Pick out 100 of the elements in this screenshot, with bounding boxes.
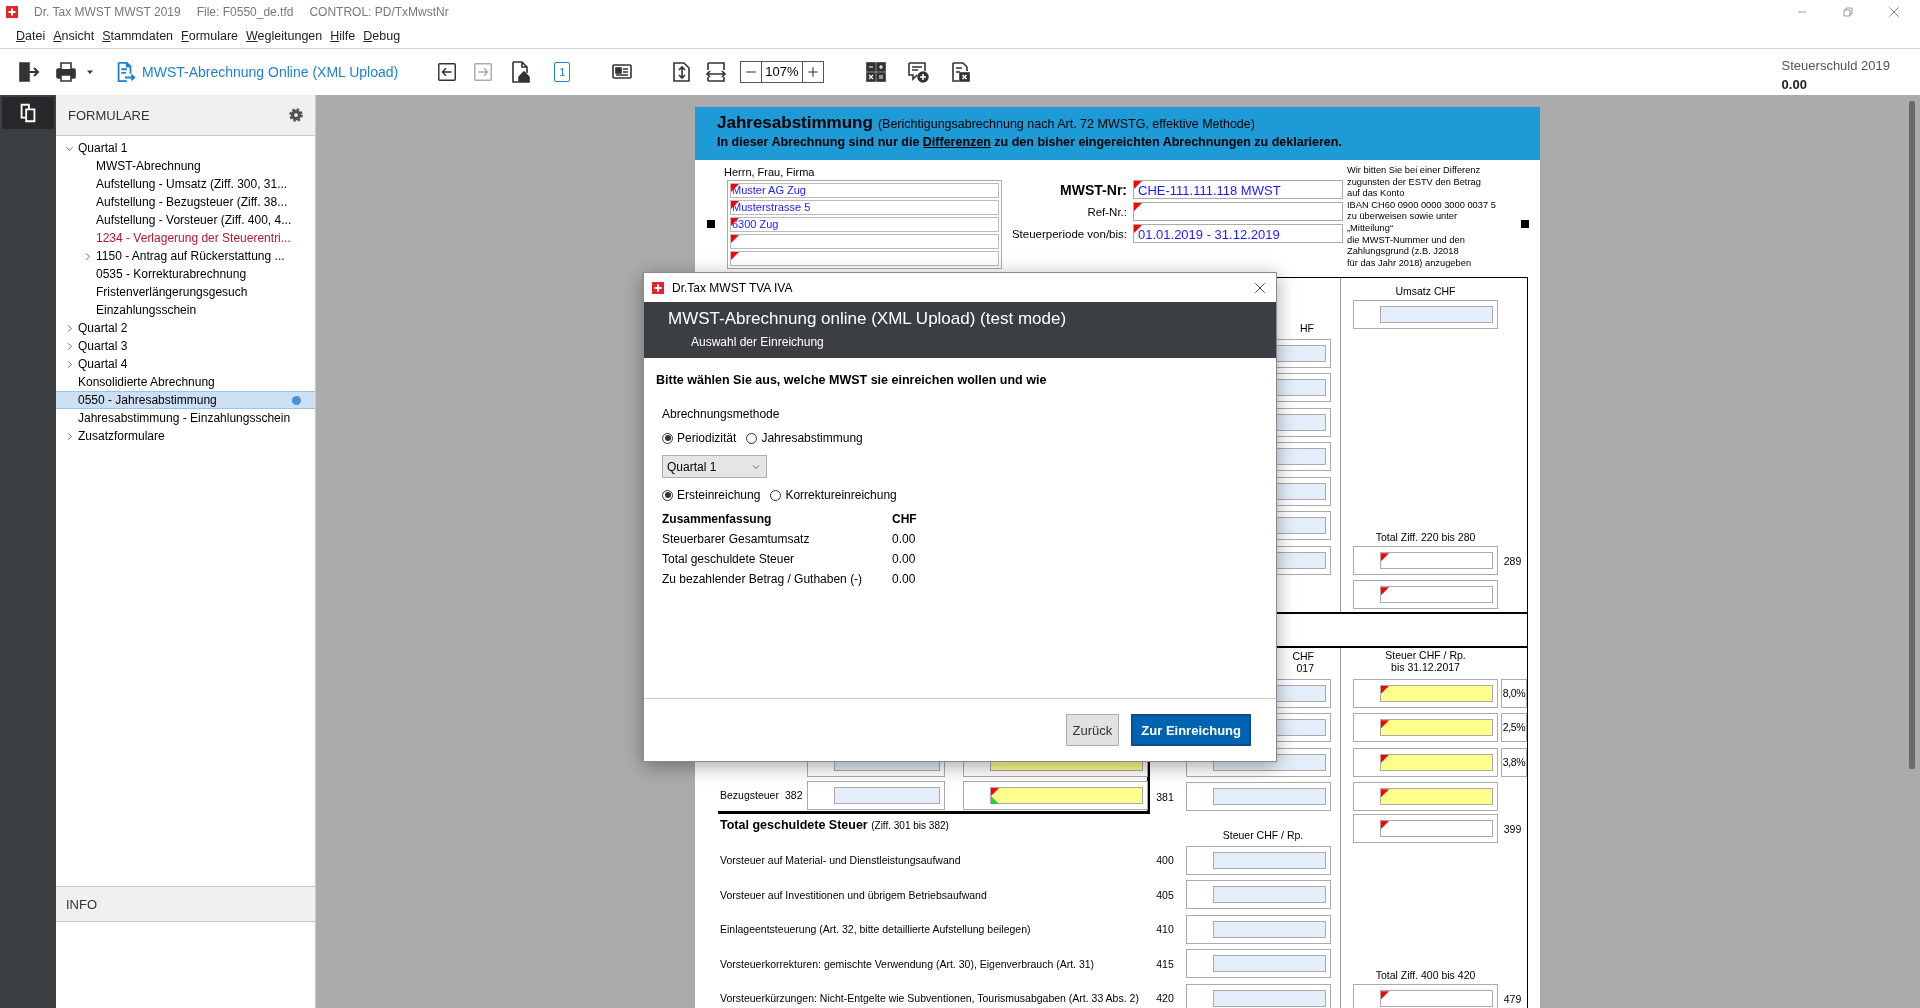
input-field[interactable] bbox=[963, 780, 1148, 810]
menu-item[interactable]: Formulare bbox=[177, 29, 243, 43]
line-number: 420 bbox=[1156, 992, 1174, 1005]
input-field[interactable] bbox=[1353, 300, 1498, 329]
comment-add-icon[interactable] bbox=[905, 60, 930, 84]
input-field[interactable] bbox=[1353, 747, 1498, 777]
panel-title: INFO bbox=[66, 896, 98, 912]
menu-item[interactable]: Debug bbox=[359, 29, 405, 43]
tree-item[interactable]: Einzahlungsschein bbox=[56, 301, 315, 319]
back-icon[interactable] bbox=[436, 61, 459, 83]
tree-item[interactable]: 0535 - Korrekturabrechnung bbox=[56, 265, 315, 283]
column-header: Steuer CHF / Rp. bis 31.12.2017 bbox=[1384, 648, 1467, 673]
submit-button[interactable]: Zur Einreichung bbox=[1131, 714, 1251, 746]
input-field[interactable] bbox=[1353, 546, 1498, 576]
input-field[interactable] bbox=[1186, 949, 1331, 979]
back-button[interactable]: Zurück bbox=[1065, 714, 1120, 746]
marker-square bbox=[1521, 219, 1529, 228]
tree-item[interactable]: Quartal 4 bbox=[56, 355, 315, 373]
input-field[interactable] bbox=[1186, 782, 1331, 812]
tree-item[interactable]: Quartal 2 bbox=[56, 319, 315, 337]
currency-label: CHF bbox=[892, 512, 917, 526]
input-field[interactable] bbox=[1186, 880, 1331, 910]
settings-icon[interactable] bbox=[287, 106, 305, 124]
marker-square bbox=[707, 219, 715, 228]
tax-due-label: Steuerschuld 2019 bbox=[1781, 58, 1890, 73]
tree-item[interactable]: MWST-Abrechnung bbox=[56, 157, 315, 175]
input-field[interactable] bbox=[1353, 580, 1498, 610]
line-number: 405 bbox=[1156, 888, 1174, 901]
input-field[interactable]: Musterstrasse 5 bbox=[730, 200, 999, 215]
rate-label: 3,8% bbox=[1501, 747, 1527, 777]
printer-icon[interactable] bbox=[54, 60, 78, 84]
calculator-icon[interactable] bbox=[863, 60, 888, 84]
column-header: Umsatz CHF bbox=[1394, 285, 1457, 297]
input-field[interactable] bbox=[1353, 782, 1498, 812]
line-number: 415 bbox=[1156, 957, 1174, 970]
field-label: MWST-Nr: bbox=[1059, 181, 1127, 198]
restore-icon[interactable] bbox=[1840, 4, 1856, 20]
radio-option[interactable]: Ersteinreichung bbox=[662, 488, 761, 502]
control-name: CONTROL: PD/TxMwstNr bbox=[309, 5, 449, 19]
tree-item[interactable]: Jahresabstimmung - Einzahlungsschein bbox=[56, 409, 315, 427]
tree-item[interactable]: Konsolidierte Abrechnung bbox=[56, 373, 315, 391]
input-field[interactable] bbox=[730, 234, 999, 249]
input-field[interactable] bbox=[1186, 845, 1331, 875]
input-field[interactable] bbox=[1133, 202, 1343, 221]
app-icon bbox=[652, 281, 664, 294]
forms-tab[interactable] bbox=[2, 97, 54, 129]
menu-item[interactable]: Ansicht bbox=[49, 29, 99, 43]
input-field[interactable]: 01.01.2019 - 31.12.2019 bbox=[1133, 224, 1343, 243]
input-field[interactable] bbox=[1186, 983, 1331, 1008]
exit-icon[interactable] bbox=[16, 60, 40, 84]
input-field[interactable] bbox=[807, 780, 945, 810]
form-title: Jahresabstimmung bbox=[717, 113, 873, 133]
row-label: Total geschuldete Steuer (Ziff. 301 bis 382) bbox=[719, 817, 949, 832]
input-field[interactable] bbox=[1186, 914, 1331, 944]
scrollbar-thumb[interactable] bbox=[1909, 101, 1915, 769]
tree-item[interactable]: 1150 - Antrag auf Rückerstattung ... bbox=[56, 247, 315, 265]
radio-option[interactable]: Jahresabstimmung bbox=[746, 431, 863, 445]
summary-label: Total geschuldete Steuer bbox=[662, 552, 796, 566]
menu-item[interactable]: Wegleitungen bbox=[242, 29, 327, 43]
line-number: 479 bbox=[1502, 992, 1523, 1005]
tree-item[interactable]: Aufstellung - Umsatz (Ziff. 300, 31... bbox=[56, 175, 315, 193]
tree-item[interactable]: 0550 - Jahresabstimmung bbox=[56, 391, 315, 409]
input-field[interactable] bbox=[1353, 713, 1498, 743]
tree-item[interactable]: Quartal 3 bbox=[56, 337, 315, 355]
row-label: Vorsteuer auf Investitionen und übrigem Betriebsaufwand bbox=[719, 888, 987, 901]
tax-due-value: 0.00 bbox=[1781, 77, 1808, 92]
dialog-question: Bitte wählen Sie aus, welche MWST sie einreichen wollen und wie bbox=[656, 373, 1048, 387]
tree-item[interactable]: Fristenverlängerungsgesuch bbox=[56, 283, 315, 301]
tree-item[interactable]: Zusatzformulare bbox=[56, 427, 315, 445]
input-field[interactable]: Muster AG Zug bbox=[730, 183, 999, 198]
fit-width-icon[interactable] bbox=[704, 60, 729, 84]
field-label: Ref-Nr.: bbox=[1086, 205, 1127, 218]
address-label: Herrn, Frau, Firma bbox=[724, 166, 816, 178]
dialog-title: Dr.Tax MWST TVA IVA bbox=[672, 280, 793, 295]
summary-heading: Zusammenfassung bbox=[662, 512, 773, 526]
menu-item[interactable]: Hilfe bbox=[326, 29, 360, 43]
page-button[interactable]: 1 bbox=[554, 62, 571, 82]
field-label: Steuerperiode von/bis: bbox=[1010, 227, 1127, 240]
tree-item[interactable]: Aufstellung - Bezugsteuer (Ziff. 38... bbox=[56, 193, 315, 211]
line-number: 399 bbox=[1502, 822, 1523, 835]
radio-option[interactable]: Korrektureinreichung bbox=[770, 488, 897, 502]
radio-option[interactable]: Periodizität bbox=[662, 431, 737, 445]
tree-item[interactable]: Aufstellung - Vorsteuer (Ziff. 400, 4... bbox=[56, 211, 315, 229]
input-field[interactable] bbox=[1353, 814, 1498, 843]
period-dropdown[interactable]: Quartal 1 bbox=[662, 455, 767, 478]
line-number: 289 bbox=[1502, 554, 1523, 567]
tree-item[interactable]: Quartal 1 bbox=[56, 139, 315, 157]
upload-button[interactable]: MWST-Abrechnung Online (XML Upload) bbox=[114, 61, 399, 83]
app-title: Dr. Tax MWST MWST 2019 bbox=[34, 5, 181, 19]
line-number: 381 bbox=[1156, 790, 1174, 803]
line-number: 400 bbox=[1156, 854, 1174, 867]
tree-item[interactable]: 1234 - Verlagerung der Steuerentri... bbox=[56, 229, 315, 247]
line-number: 382 bbox=[785, 789, 803, 802]
menu-item[interactable]: Datei bbox=[12, 29, 50, 43]
input-field[interactable] bbox=[1353, 678, 1498, 708]
row-label: Einlageentsteuerung (Art. 32, bitte detaillierte Aufstellung beilegen) bbox=[719, 923, 1031, 936]
menu-item[interactable]: Stammdaten bbox=[98, 29, 178, 43]
input-field[interactable] bbox=[730, 251, 999, 266]
input-field[interactable] bbox=[1353, 984, 1498, 1008]
input-field[interactable]: CHE-111.111.118 MWST bbox=[1133, 180, 1343, 199]
